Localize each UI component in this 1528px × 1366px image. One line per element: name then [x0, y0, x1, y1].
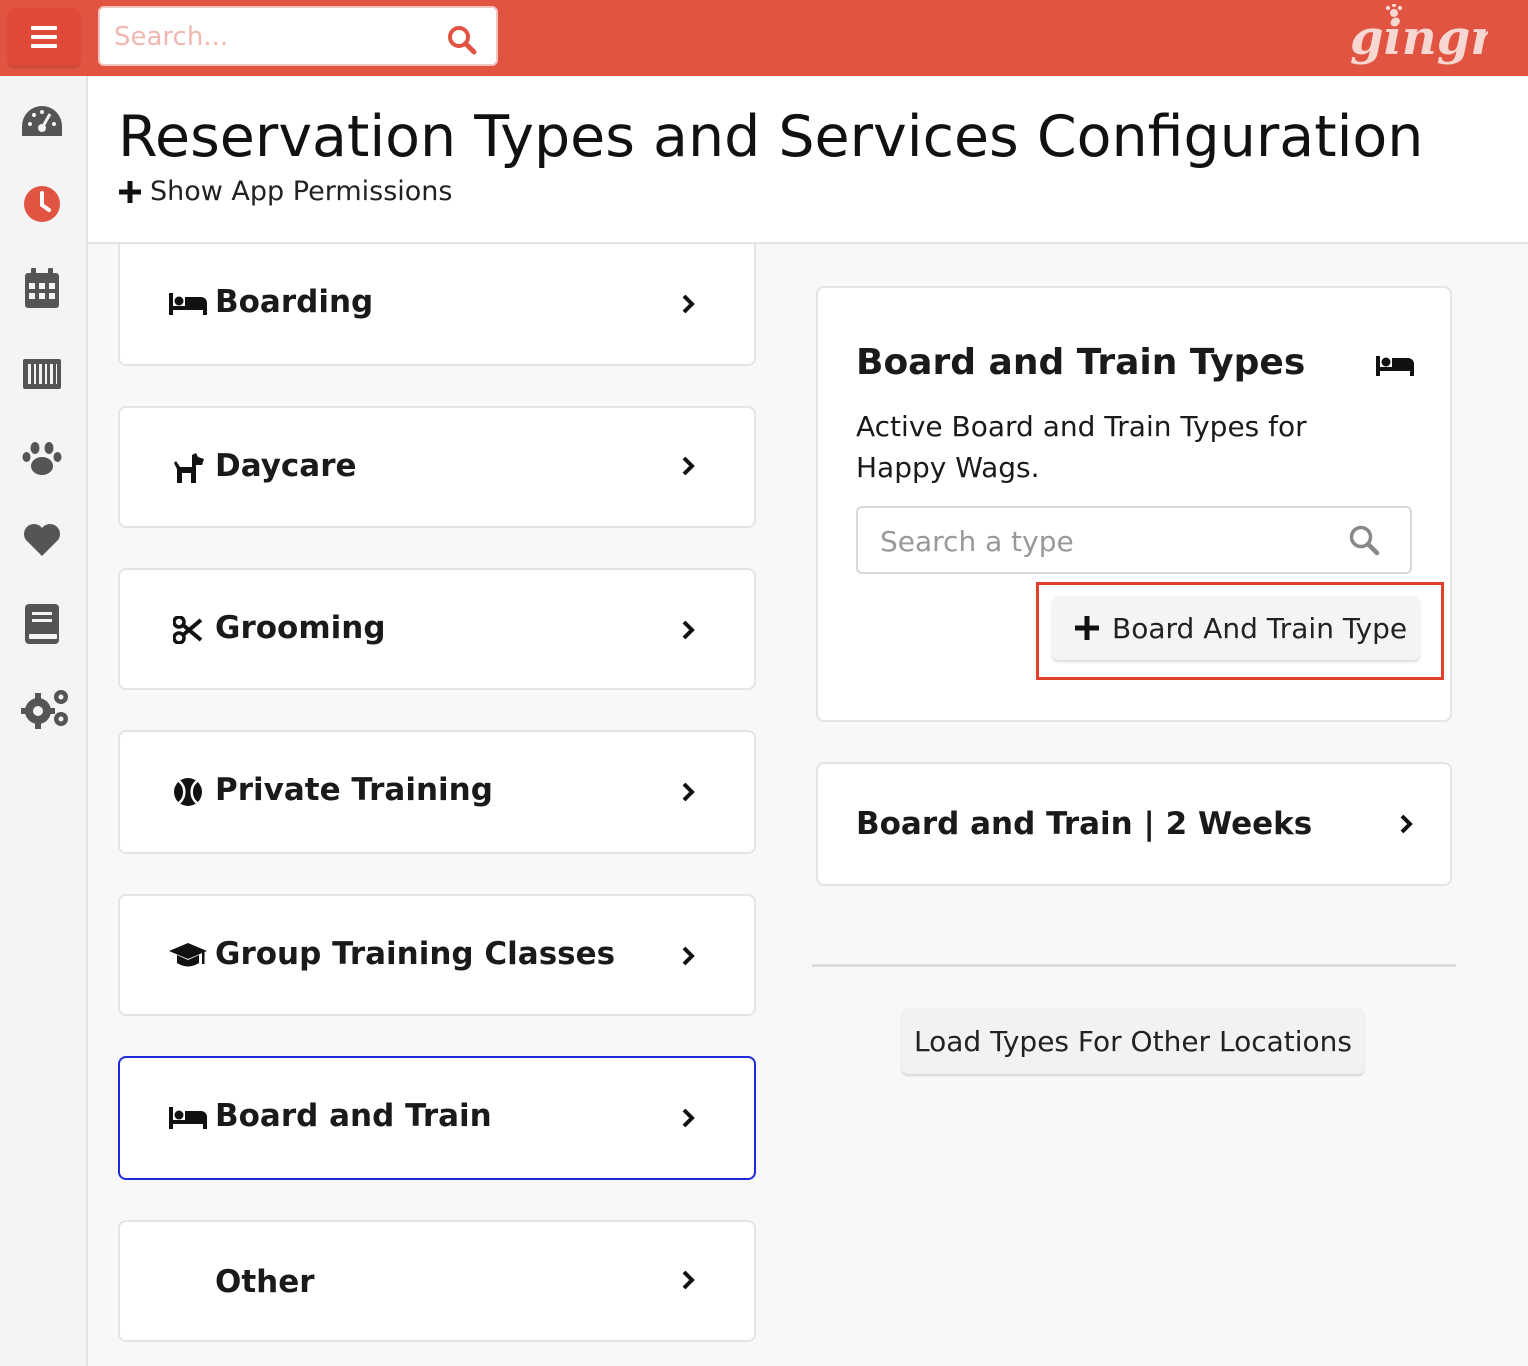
result-card[interactable]: Board and Train | 2 Weeks [816, 762, 1452, 886]
search-icon[interactable] [446, 24, 478, 56]
sidebar-item-barcode[interactable] [18, 350, 66, 398]
bed-icon [168, 1100, 208, 1136]
global-search-input[interactable] [114, 20, 434, 54]
gingr-logo[interactable]: gingr [1348, 4, 1488, 70]
type-label-private-training: Private Training [215, 772, 493, 808]
scissors-icon [168, 612, 208, 648]
type-search [856, 506, 1412, 574]
plus-icon [1075, 616, 1099, 640]
type-card-daycare[interactable]: Daycare [118, 406, 756, 528]
calendar-icon [25, 268, 59, 308]
sidebar-item-animals[interactable] [18, 434, 66, 482]
chevron-right-icon [682, 782, 695, 802]
book-icon [25, 604, 59, 644]
heart-icon [24, 524, 61, 556]
bed-icon [1376, 356, 1414, 376]
sidebar-item-clock[interactable] [18, 180, 66, 228]
bed-icon [168, 286, 208, 322]
add-button-label: Board And Train Type [1112, 611, 1408, 645]
paw-icon [22, 442, 62, 475]
plus-icon [119, 180, 141, 203]
type-card-private-training[interactable]: Private Training [118, 730, 756, 854]
gauge-icon [22, 106, 62, 136]
chevron-right-icon [682, 1270, 695, 1290]
type-card-boarding[interactable]: Boarding [118, 244, 756, 366]
result-label: Board and Train | 2 Weeks [856, 806, 1313, 842]
sidebar-item-dashboard[interactable] [18, 98, 66, 146]
gears-icon [21, 690, 68, 729]
type-card-other[interactable]: Other [118, 1220, 756, 1342]
page-title: Reservation Types and Services Configura… [118, 104, 1424, 170]
type-label-daycare: Daycare [215, 448, 357, 484]
sidebar [0, 76, 88, 1366]
chevron-right-icon [682, 946, 695, 966]
type-search-input[interactable] [880, 522, 1320, 560]
show-app-permissions-link[interactable]: Show App Permissions [118, 176, 452, 207]
svg-text:gingr: gingr [1350, 10, 1488, 66]
load-other-locations-button[interactable]: Load Types For Other Locations [902, 1008, 1364, 1074]
type-card-grooming[interactable]: Grooming [118, 568, 756, 690]
sidebar-item-calendar[interactable] [18, 264, 66, 312]
sidebar-item-settings[interactable] [20, 684, 72, 732]
type-label-board-and-train: Board and Train [215, 1098, 492, 1134]
type-label-grooming: Grooming [215, 610, 386, 646]
panel-title: Board and Train Types [856, 342, 1306, 383]
search-icon[interactable] [1348, 524, 1380, 556]
chevron-right-icon [682, 456, 695, 476]
global-search [98, 6, 498, 66]
dog-icon [168, 450, 208, 486]
top-bar: gingr [0, 0, 1528, 76]
chevron-right-icon [682, 294, 695, 314]
sidebar-item-reports[interactable] [18, 600, 66, 648]
type-label-group-training-classes: Group Training Classes [215, 936, 616, 972]
clock-icon [24, 186, 60, 222]
tennis-ball-icon [168, 774, 208, 810]
add-board-and-train-type-button[interactable]: Board And Train Type [1052, 596, 1420, 660]
menu-button[interactable] [8, 8, 80, 66]
type-card-group-training-classes[interactable]: Group Training Classes [118, 894, 756, 1016]
type-label-other: Other [215, 1264, 315, 1300]
barcode-icon [23, 359, 61, 389]
chevron-right-icon [1400, 814, 1413, 834]
show-app-permissions-label: Show App Permissions [150, 176, 453, 207]
type-label-boarding: Boarding [215, 284, 374, 320]
chevron-right-icon [682, 620, 695, 640]
type-card-board-and-train[interactable]: Board and Train [118, 1056, 756, 1180]
panel-description: Active Board and Train Types for Happy W… [856, 410, 1307, 484]
page-header: Reservation Types and Services Configura… [88, 76, 1528, 244]
divider [812, 964, 1456, 967]
chevron-right-icon [682, 1108, 695, 1128]
sidebar-item-favorites[interactable] [18, 516, 66, 564]
graduation-cap-icon [168, 938, 208, 974]
hamburger-icon [31, 26, 57, 48]
